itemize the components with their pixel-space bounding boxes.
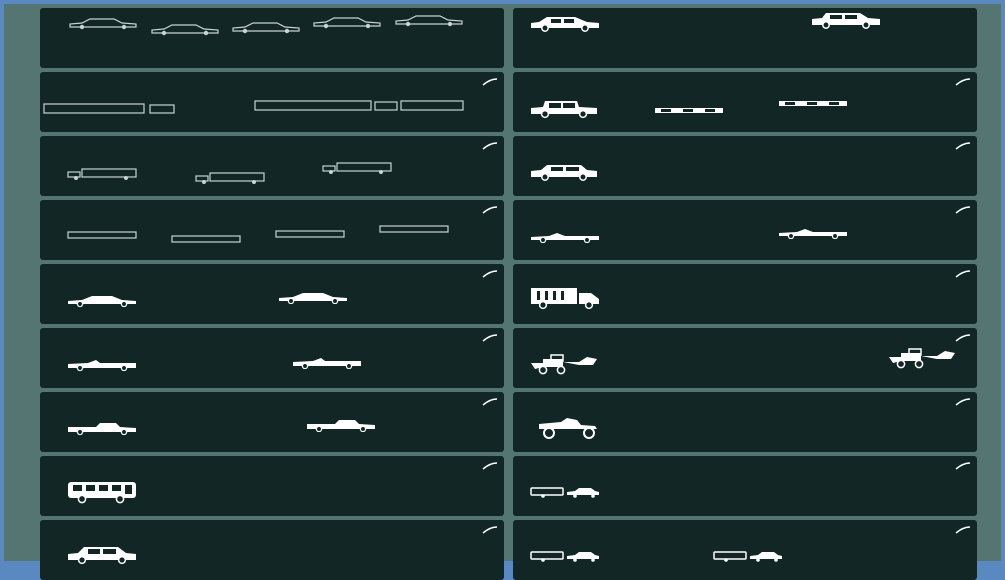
vehicle-panel-r4[interactable] [513,200,977,260]
hatchback-icon [531,17,599,32]
vehicle-panel-l2[interactable] [40,72,504,132]
corner-mark-icon [482,270,498,278]
backhoe-tractor-icon [889,348,955,369]
backhoe-tractor-icon [531,354,597,375]
suv-icon [812,13,880,29]
car-with-camper-icon [530,487,599,498]
sedan-outline-icon [151,24,219,36]
flatbed-trailer-icon [655,108,723,113]
sports-sedan-icon [68,296,136,307]
sedan-outline-icon [232,22,300,34]
jeep-icon [531,101,597,119]
delivery-truck-icon [531,288,599,310]
sedan-outline-icon [69,18,137,30]
vehicle-panel-l8[interactable] [40,456,504,516]
semi-trailer-outline-icon [43,103,175,114]
corner-mark-icon [482,142,498,150]
corner-mark-icon [482,78,498,86]
trailer-outline-icon [379,225,449,233]
flatbed-trailer-icon [779,101,847,106]
vehicle-library-window [4,4,1001,580]
vehicle-panel-r7[interactable] [513,392,977,452]
car-with-camper-icon [530,551,599,562]
station-wagon-icon [531,165,597,181]
roadster-icon [531,233,599,243]
vehicle-panel-l6[interactable] [40,328,504,388]
vehicle-panel-l9[interactable] [40,520,504,580]
pickup-truck-icon [68,423,136,435]
vehicle-panel-r9[interactable] [513,520,977,580]
box-truck-outline-icon [67,168,137,180]
vehicle-panel-l3[interactable] [40,136,504,196]
vehicle-panel-r3[interactable] [513,136,977,196]
convertible-icon [68,360,136,371]
corner-mark-icon [955,142,971,150]
corner-mark-icon [955,334,971,342]
corner-mark-icon [482,206,498,214]
vehicle-panel-l5[interactable] [40,264,504,324]
vehicle-grid [40,8,977,580]
sedan-outline-icon [313,17,381,29]
vehicle-panel-r2[interactable] [513,72,977,132]
sports-sedan-icon [279,293,347,304]
corner-mark-icon [482,334,498,342]
vehicle-panel-l1[interactable] [40,8,504,68]
vehicle-panel-r6[interactable] [513,328,977,388]
trailer-outline-icon [171,235,241,243]
corner-mark-icon [482,398,498,406]
corner-mark-icon [482,462,498,470]
vehicle-panel-r1[interactable] [513,8,977,68]
quad-bike-icon [539,418,597,439]
corner-mark-icon [955,462,971,470]
vehicle-panel-r8[interactable] [513,456,977,516]
suv-icon [68,547,136,565]
box-truck-outline-icon [195,172,265,184]
sedan-outline-icon [395,15,463,27]
trailer-outline-icon [275,230,345,238]
bus-icon [68,482,136,504]
vehicle-panel-l7[interactable] [40,392,504,452]
semi-trailer-outline-icon [254,100,464,111]
vehicle-panel-l4[interactable] [40,200,504,260]
car-with-camper-icon [713,551,782,562]
corner-mark-icon [955,526,971,534]
roadster-icon [779,229,847,239]
corner-mark-icon [955,398,971,406]
trailer-outline-icon [67,231,137,239]
box-truck-outline-icon [322,162,392,174]
corner-mark-icon [955,270,971,278]
convertible-icon [293,358,361,369]
pickup-truck-icon [307,420,375,432]
corner-mark-icon [955,78,971,86]
corner-mark-icon [955,206,971,214]
vehicle-panel-r5[interactable] [513,264,977,324]
corner-mark-icon [482,526,498,534]
